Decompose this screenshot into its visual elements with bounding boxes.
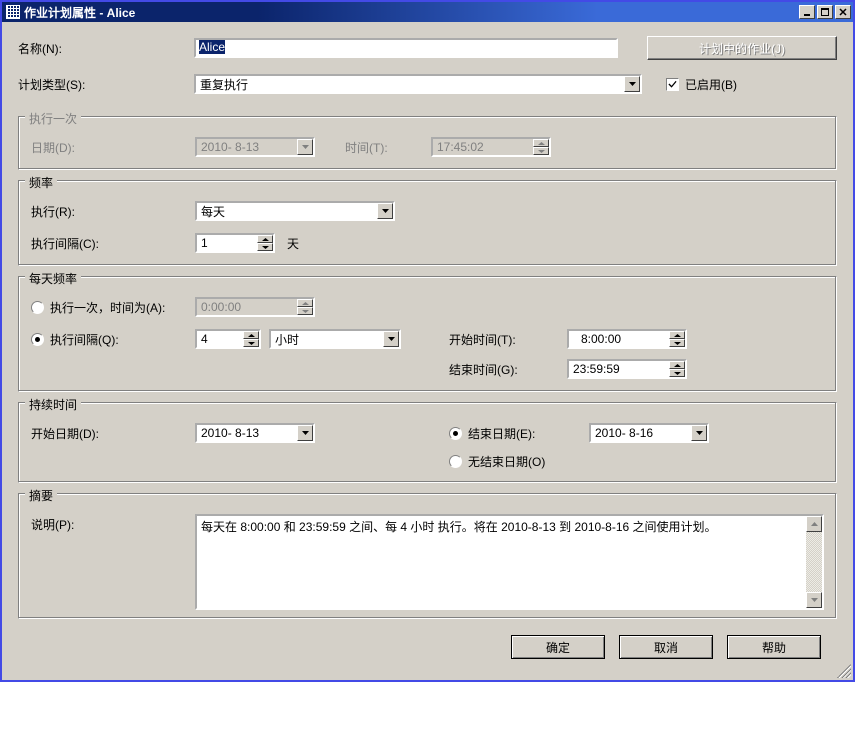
jobs-in-plan-button[interactable]: 计划中的作业(J) — [647, 36, 837, 60]
titlebar-text: 作业计划属性 - Alice — [24, 4, 799, 21]
description-text: 每天在 8:00:00 和 23:59:59 之间、每 4 小时 执行。将在 2… — [197, 516, 806, 608]
once-date-label: 日期(D): — [31, 139, 195, 156]
description-textarea[interactable]: 每天在 8:00:00 和 23:59:59 之间、每 4 小时 执行。将在 2… — [195, 514, 824, 610]
duration-group: 持续时间 开始日期(D): 2010- 8-13 结束日期(E): 2 — [18, 402, 837, 483]
duration-legend: 持续时间 — [25, 396, 81, 413]
help-button[interactable]: 帮助 — [727, 635, 821, 659]
system-icon — [6, 5, 20, 19]
chevron-up-icon[interactable] — [257, 235, 273, 243]
resize-grip-icon[interactable] — [837, 664, 851, 678]
scroll-up-icon[interactable] — [806, 516, 822, 532]
exec-interval-spinner[interactable]: 1 — [195, 233, 275, 253]
close-button[interactable] — [835, 5, 851, 19]
chevron-down-icon[interactable] — [691, 425, 707, 441]
chevron-down-icon[interactable] — [383, 331, 399, 347]
chevron-down-icon[interactable] — [297, 425, 313, 441]
chevron-down-icon[interactable] — [243, 339, 259, 347]
name-input[interactable]: Alice — [194, 38, 618, 58]
execute-once-group: 执行一次 日期(D): 2010- 8-13 时间(T): 17:45:02 — [18, 116, 837, 170]
name-label: 名称(N): — [18, 40, 194, 57]
frequency-group: 频率 执行(R): 每天 执行间隔(C): 1 天 — [18, 180, 837, 266]
titlebar: 作业计划属性 - Alice — [2, 2, 853, 22]
window-controls — [799, 5, 851, 19]
vertical-scrollbar[interactable] — [806, 516, 822, 608]
chevron-down-icon[interactable] — [669, 339, 685, 347]
scroll-track[interactable] — [806, 532, 822, 592]
end-date-select[interactable]: 2010- 8-16 — [589, 423, 709, 443]
daily-interval-radio[interactable]: 执行间隔(Q): — [31, 329, 195, 349]
end-date-radio[interactable]: 结束日期(E): — [449, 425, 589, 442]
exec-interval-label: 执行间隔(C): — [31, 235, 195, 252]
chevron-down-icon — [533, 147, 549, 155]
enabled-checkbox[interactable]: 已启用(B) — [666, 76, 737, 93]
dialog-window: 作业计划属性 - Alice 名称(N): Alice 计划中的作业 — [0, 0, 855, 682]
check-icon — [666, 78, 679, 91]
end-time-spinner[interactable]: 23:59:59 — [567, 359, 687, 379]
daily-frequency-group: 每天频率 执行一次，时间为(A): 0:00:00 执行间隔(Q — [18, 276, 837, 392]
start-date-label: 开始日期(D): — [31, 423, 195, 443]
exec-label: 执行(R): — [31, 203, 195, 220]
execute-once-legend: 执行一次 — [25, 110, 81, 127]
chevron-down-icon — [297, 139, 313, 155]
daily-once-time-spinner: 0:00:00 — [195, 297, 315, 317]
summary-group: 摘要 说明(P): 每天在 8:00:00 和 23:59:59 之间、每 4 … — [18, 493, 837, 619]
once-time-spinner: 17:45:02 — [431, 137, 551, 157]
start-time-label: 开始时间(T): — [449, 331, 567, 348]
frequency-legend: 频率 — [25, 174, 57, 191]
daily-once-radio[interactable]: 执行一次，时间为(A): — [31, 299, 195, 316]
chevron-up-icon[interactable] — [669, 361, 685, 369]
schedule-type-label: 计划类型(S): — [18, 76, 194, 93]
radio-icon — [31, 333, 44, 346]
daily-interval-unit-select[interactable]: 小时 — [269, 329, 401, 349]
minimize-button[interactable] — [799, 5, 815, 19]
day-unit-label: 天 — [287, 235, 299, 252]
exec-period-select[interactable]: 每天 — [195, 201, 395, 221]
chevron-down-icon[interactable] — [669, 369, 685, 377]
chevron-up-icon — [533, 139, 549, 147]
no-end-date-radio[interactable]: 无结束日期(O) — [449, 453, 709, 470]
schedule-type-row: 计划类型(S): 重复执行 已启用(B) — [18, 74, 837, 94]
end-time-label: 结束时间(G): — [449, 361, 567, 378]
maximize-button[interactable] — [817, 5, 833, 19]
name-row: 名称(N): Alice 计划中的作业(J) — [18, 36, 837, 60]
chevron-up-icon — [297, 299, 313, 307]
radio-icon — [449, 455, 462, 468]
cancel-button[interactable]: 取消 — [619, 635, 713, 659]
chevron-up-icon[interactable] — [669, 331, 685, 339]
radio-icon — [449, 427, 462, 440]
daily-interval-value-spinner[interactable]: 4 — [195, 329, 261, 349]
summary-legend: 摘要 — [25, 487, 57, 504]
start-time-spinner[interactable]: 8:00:00 — [567, 329, 687, 349]
chevron-down-icon — [297, 307, 313, 315]
schedule-type-select[interactable]: 重复执行 — [194, 74, 642, 94]
dialog-button-bar: 确定 取消 帮助 — [18, 625, 837, 665]
client-area: 名称(N): Alice 计划中的作业(J) 计划类型(S): 重复执行 已 — [2, 22, 853, 680]
chevron-down-icon[interactable] — [257, 243, 273, 251]
description-label: 说明(P): — [31, 514, 195, 610]
ok-button[interactable]: 确定 — [511, 635, 605, 659]
once-time-label: 时间(T): — [345, 139, 431, 156]
chevron-up-icon[interactable] — [243, 331, 259, 339]
radio-icon — [31, 301, 44, 314]
once-date-select: 2010- 8-13 — [195, 137, 315, 157]
chevron-down-icon[interactable] — [377, 203, 393, 219]
daily-frequency-legend: 每天频率 — [25, 270, 81, 287]
scroll-down-icon[interactable] — [806, 592, 822, 608]
chevron-down-icon[interactable] — [624, 76, 640, 92]
start-date-select[interactable]: 2010- 8-13 — [195, 423, 315, 443]
